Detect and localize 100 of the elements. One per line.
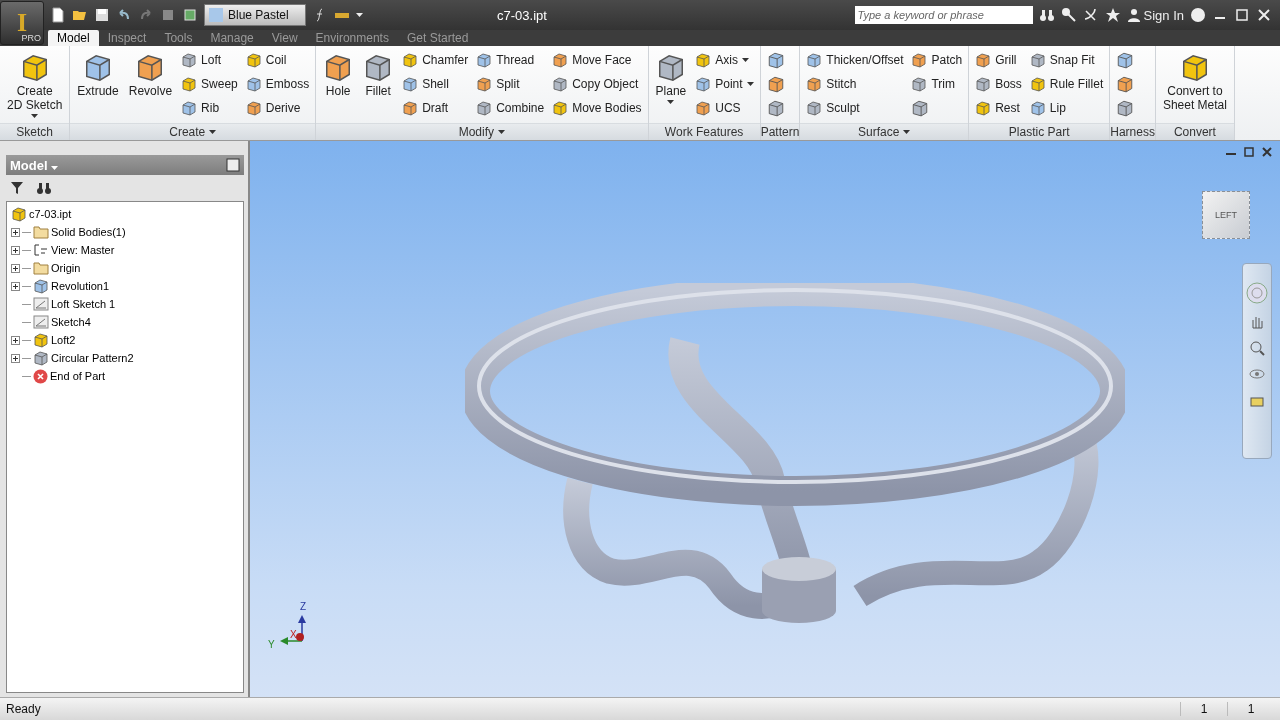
ribbon-button[interactable]: Snap Fit (1027, 50, 1106, 70)
panel-title[interactable]: Work Features (648, 123, 760, 140)
block-icon (766, 99, 785, 117)
panel-title[interactable]: Sketch (0, 123, 70, 140)
ribbon-tab[interactable]: Inspect (98, 30, 156, 46)
ribbon-button[interactable]: Combine (474, 98, 547, 118)
ribbon-button[interactable]: Emboss (243, 74, 312, 94)
filter-icon[interactable] (10, 181, 24, 195)
ribbon-tab[interactable]: Get Started (397, 30, 478, 46)
axis-label: Z (300, 601, 307, 612)
ribbon-button[interactable]: Hole (320, 50, 357, 123)
expand-icon[interactable] (11, 245, 20, 255)
binoculars-icon[interactable] (36, 181, 52, 195)
block-icon (181, 100, 198, 116)
ribbon-tab[interactable]: View (262, 30, 307, 46)
ribbon-button[interactable]: Move Bodies (550, 98, 644, 118)
ribbon-button[interactable]: Trim (909, 74, 965, 94)
tree-item[interactable]: Circular Pattern2 (51, 352, 134, 364)
ribbon-tab[interactable]: Manage (201, 30, 263, 46)
block-icon (695, 52, 712, 68)
sign-in-button[interactable]: Sign In (1126, 7, 1184, 23)
ribbon-button[interactable]: Chamfer (400, 50, 471, 70)
tree-item[interactable]: c7-03.ipt (29, 208, 72, 220)
appearance-dropdown[interactable]: Blue Pastel (204, 4, 306, 26)
color-swatch (209, 8, 223, 22)
save-icon[interactable] (94, 7, 110, 23)
tree-item[interactable]: End of Part (50, 370, 106, 382)
ribbon-tab[interactable]: Environments (306, 30, 398, 46)
ribbon-button[interactable]: Derive (243, 98, 312, 118)
panel-title[interactable]: Harness (1110, 123, 1155, 140)
search-field[interactable]: Type a keyword or phrase (854, 6, 1033, 24)
orbit-icon[interactable] (1249, 366, 1265, 382)
new-file-icon[interactable] (50, 7, 66, 23)
ribbon-button[interactable]: Sweep (179, 74, 240, 94)
block-icon (766, 51, 785, 69)
ribbon-button[interactable]: Move Face (550, 50, 644, 70)
star-icon[interactable] (1104, 7, 1121, 23)
restore-icon[interactable] (1244, 147, 1254, 157)
tree-item[interactable]: View: Master (51, 244, 115, 256)
ribbon-button[interactable]: Coil (243, 50, 312, 70)
maximize-icon[interactable] (1234, 7, 1250, 23)
ribbon-button[interactable]: Axis (693, 50, 756, 70)
ribbon-button[interactable]: Point (693, 74, 756, 94)
folder-icon (33, 225, 49, 239)
binoculars-icon[interactable] (1038, 7, 1055, 23)
ribbon-button[interactable]: Extrude (74, 50, 122, 123)
close-icon[interactable] (1256, 7, 1272, 23)
key-icon[interactable] (1060, 7, 1077, 23)
ribbon-button[interactable]: Stitch (804, 74, 906, 94)
panel-title[interactable]: Pattern (760, 123, 800, 140)
panel-title[interactable]: Modify (316, 123, 648, 140)
ribbon-button[interactable]: Convert to Sheet Metal (1159, 50, 1230, 123)
expand-icon[interactable] (11, 281, 20, 291)
ribbon-button[interactable]: Create 2D Sketch (4, 50, 66, 123)
ribbon-button[interactable]: Lip (1027, 98, 1106, 118)
ribbon-button[interactable]: Draft (400, 98, 471, 118)
panel-title[interactable]: Convert (1155, 123, 1234, 140)
hand-icon[interactable] (1249, 314, 1265, 330)
user-icon (1126, 8, 1141, 22)
ribbon-button[interactable]: UCS (693, 98, 756, 118)
tree-item[interactable]: Sketch4 (51, 316, 91, 328)
ribbon-tab[interactable]: Model (48, 30, 99, 46)
expand-icon[interactable] (11, 263, 20, 273)
tree-item[interactable]: Origin (51, 262, 81, 274)
ribbon-button[interactable]: Sculpt (804, 98, 906, 118)
close-icon[interactable] (1262, 147, 1272, 157)
ribbon-button[interactable]: Fillet (360, 50, 397, 123)
sketch-icon (33, 315, 49, 329)
ribbon-button[interactable]: Rule Fillet (1027, 74, 1106, 94)
block-icon[interactable] (160, 7, 176, 23)
ribbon-button[interactable]: Rib (179, 98, 240, 118)
block-icon (552, 100, 569, 116)
ribbon-button[interactable]: Revolve (125, 50, 176, 123)
ribbon-button[interactable]: Split (474, 74, 547, 94)
axis-label: X (290, 629, 297, 640)
ribbon-button[interactable]: Copy Object (550, 74, 644, 94)
block-icon[interactable] (182, 7, 198, 23)
panel-title[interactable]: Create (70, 123, 316, 140)
tree-item[interactable]: Loft Sketch 1 (51, 298, 116, 310)
ribbon-button[interactable]: Thicken/Offset (804, 50, 906, 70)
ribbon-button[interactable]: Grill (973, 50, 1024, 70)
ribbon-button[interactable]: Thread (474, 50, 547, 70)
ribbon-button[interactable]: Boss (973, 74, 1024, 94)
expand-icon[interactable] (11, 227, 20, 237)
ribbon-button[interactable]: Plane (652, 50, 690, 123)
zoom-icon[interactable] (1249, 340, 1265, 356)
ribbon-button[interactable]: Loft (179, 50, 240, 70)
panel-title[interactable]: Plastic Part (969, 123, 1110, 140)
expand-icon[interactable] (11, 353, 20, 363)
block-icon (1029, 52, 1046, 68)
panel-title[interactable]: Surface (800, 123, 969, 140)
expand-icon[interactable] (11, 335, 20, 345)
tree-item[interactable]: Solid Bodies(1) (51, 226, 126, 238)
tree-item[interactable]: Revolution1 (51, 280, 110, 292)
ribbon-button[interactable]: Shell (400, 74, 471, 94)
ribbon-button[interactable]: Patch (909, 50, 965, 70)
ribbon-tab[interactable]: Tools (155, 30, 202, 46)
view-cube[interactable]: LEFT (1202, 191, 1250, 239)
tree-item[interactable]: Loft2 (51, 334, 76, 346)
ribbon-button[interactable]: Rest (973, 98, 1024, 118)
